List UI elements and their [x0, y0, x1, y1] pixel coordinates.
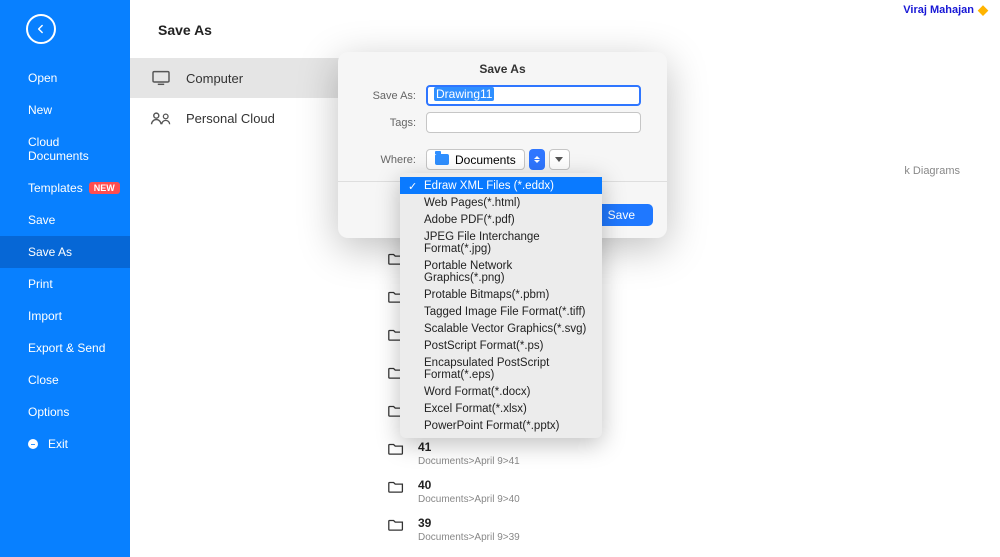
where-value: Documents: [455, 153, 516, 167]
where-stepper[interactable]: [529, 149, 545, 170]
format-option[interactable]: Protable Bitmaps(*.pbm): [400, 286, 602, 303]
sidebar-item-label: Templates: [28, 181, 83, 195]
sidebar-item-options[interactable]: Options: [0, 396, 130, 428]
where-select[interactable]: Documents: [426, 149, 525, 170]
sidebar-item-label: Print: [28, 277, 53, 291]
recent-path: Documents>April 9>41: [418, 456, 520, 467]
sidebar-item-templates[interactable]: Templates NEW: [0, 172, 130, 204]
recent-item[interactable]: 39 Documents>April 9>39: [388, 516, 970, 554]
location-label: Computer: [186, 71, 243, 86]
user-badge[interactable]: Viraj Mahajan ◆: [903, 2, 988, 18]
sidebar-item-close[interactable]: Close: [0, 364, 130, 396]
sidebar-item-label: Export & Send: [28, 341, 105, 355]
sidebar: Open New Cloud Documents Templates NEW Save Sa…: [0, 0, 130, 557]
exit-icon: [28, 439, 38, 449]
recent-name: 39: [418, 516, 520, 530]
recent-path: Documents>April 9>40: [418, 494, 520, 505]
back-button[interactable]: [26, 14, 56, 44]
format-option[interactable]: Word Format(*.docx): [400, 383, 602, 400]
location-personal-cloud[interactable]: Personal Cloud: [130, 98, 350, 138]
sidebar-item-export-send[interactable]: Export & Send: [0, 332, 130, 364]
format-option[interactable]: Web Pages(*.html): [400, 194, 602, 211]
computer-icon: [150, 70, 172, 86]
where-label: Where:: [364, 154, 426, 166]
sidebar-item-new[interactable]: New: [0, 94, 130, 126]
sidebar-item-print[interactable]: Print: [0, 268, 130, 300]
format-option[interactable]: Edraw XML Files (*.eddx): [400, 177, 602, 194]
format-option[interactable]: JPEG File Interchange Format(*.jpg): [400, 228, 602, 257]
sidebar-item-exit[interactable]: Exit: [0, 428, 130, 460]
sidebar-item-cloud-documents[interactable]: Cloud Documents: [0, 126, 130, 172]
sidebar-item-save[interactable]: Save: [0, 204, 130, 236]
folder-icon: [388, 478, 406, 493]
folder-icon: [435, 154, 449, 165]
recent-name: 40: [418, 478, 520, 492]
location-label: Personal Cloud: [186, 111, 275, 126]
format-dropdown: Edraw XML Files (*.eddx)Web Pages(*.html…: [400, 173, 602, 438]
sidebar-item-label: Save As: [28, 245, 72, 259]
diamond-icon: ◆: [978, 2, 988, 18]
recent-item[interactable]: 40 Documents>April 9>40: [388, 478, 970, 516]
sidebar-item-label: Options: [28, 405, 69, 419]
sidebar-item-open[interactable]: Open: [0, 62, 130, 94]
category-hint: k Diagrams: [904, 165, 960, 177]
sidebar-item-label: Save: [28, 213, 55, 227]
format-option[interactable]: Portable Network Graphics(*.png): [400, 257, 602, 286]
recent-path: Documents>April 9>39: [418, 532, 520, 543]
format-option[interactable]: Encapsulated PostScript Format(*.eps): [400, 354, 602, 383]
tags-input[interactable]: [426, 112, 641, 133]
new-badge: NEW: [89, 182, 120, 194]
sidebar-item-label: Open: [28, 71, 57, 85]
format-option[interactable]: Tagged Image File Format(*.tiff): [400, 303, 602, 320]
sidebar-item-import[interactable]: Import: [0, 300, 130, 332]
folder-icon: [388, 440, 406, 455]
folder-icon: [388, 516, 406, 531]
sidebar-item-label: Cloud Documents: [28, 135, 118, 163]
cloud-user-icon: [150, 110, 172, 126]
format-option[interactable]: Scalable Vector Graphics(*.svg): [400, 320, 602, 337]
sidebar-item-label: Exit: [48, 437, 68, 451]
expand-button[interactable]: [549, 149, 570, 170]
user-name: Viraj Mahajan: [903, 4, 974, 16]
format-option[interactable]: PowerPoint Format(*.pptx): [400, 417, 602, 434]
recent-name: 41: [418, 440, 520, 454]
location-list: Computer Personal Cloud: [130, 58, 350, 138]
format-option[interactable]: PostScript Format(*.ps): [400, 337, 602, 354]
page-title: Save As: [130, 0, 1000, 54]
save-as-label: Save As:: [364, 90, 426, 102]
sidebar-item-label: New: [28, 103, 52, 117]
sidebar-item-label: Close: [28, 373, 59, 387]
recent-item[interactable]: 41 Documents>April 9>41: [388, 440, 970, 478]
chevron-down-icon: [555, 157, 563, 162]
dialog-title: Save As: [338, 52, 667, 82]
sidebar-item-label: Import: [28, 309, 62, 323]
tags-label: Tags:: [364, 117, 426, 129]
sidebar-item-save-as[interactable]: Save As: [0, 236, 130, 268]
arrow-left-icon: [34, 22, 48, 36]
location-computer[interactable]: Computer: [130, 58, 350, 98]
save-as-input[interactable]: Drawing11: [426, 85, 641, 106]
format-option[interactable]: Excel Format(*.xlsx): [400, 400, 602, 417]
format-option[interactable]: Adobe PDF(*.pdf): [400, 211, 602, 228]
